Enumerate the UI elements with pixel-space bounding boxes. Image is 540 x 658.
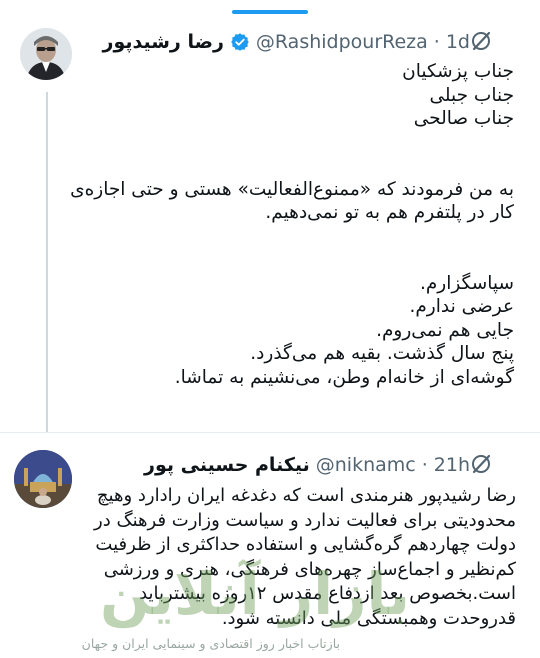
avatar-portrait-icon — [20, 28, 72, 80]
watermark-caption: بازتاب اخبار روز اقتصادی و سینمایی ایران… — [81, 636, 340, 651]
tweet-time[interactable]: 21h — [434, 454, 470, 476]
tweet-divider — [0, 432, 540, 433]
text-line: گوشه‌ای از خانه‌ام وطن، می‌نشینم به تماش… — [174, 366, 514, 388]
avatar-rashidpour[interactable] — [20, 28, 72, 80]
pull-handle[interactable] — [232, 10, 308, 14]
text-line: قدروحدت وهمبستگی ملی دانسته شود. — [221, 607, 516, 629]
tweet-time[interactable]: 1d — [446, 31, 470, 53]
text-line: رضا رشیدپور هنرمندی است که دغدغه ایران ر… — [96, 485, 516, 506]
twitter-thread-screenshot: رضا رشیدپور @RashidpourReza · 1d جناب پز… — [0, 0, 540, 658]
verified-badge-icon — [231, 33, 249, 51]
grok-more-icon — [472, 31, 491, 51]
text-line: محدودیتی برای فعالیت ندارد و سیاست وزارت… — [94, 509, 516, 531]
text-line: پنج سال گذشت. بقیه هم می‌گذرد. — [250, 343, 514, 364]
display-name[interactable]: رضا رشیدپور — [103, 31, 224, 53]
text-line: جایی هم نمی‌روم. — [376, 319, 514, 341]
text-line: جناب صالحی — [413, 108, 514, 129]
tweet-1-header: رضا رشیدپور @RashidpourReza · 1d — [103, 28, 471, 56]
user-handle[interactable]: @niknamc — [316, 454, 416, 476]
grok-more-button[interactable] — [468, 451, 494, 477]
display-name[interactable]: نیکنام حسینی پور — [144, 454, 310, 476]
user-handle[interactable]: @RashidpourReza — [256, 31, 428, 53]
thread-connector-line — [46, 92, 48, 432]
text-line: عرضی ندارم. — [409, 296, 514, 317]
text-line: به من فرمودند که «ممنوع‌الفعالیت» هستی و… — [70, 178, 514, 200]
text-line: است.بخصوص بعد ازدفاع مقدس ۱۲روزه بیشتربا… — [139, 583, 516, 604]
tweet-2-header: نیکنام حسینی پور @niknamc · 21h — [144, 451, 470, 479]
text-line: جناب پزشکیان — [402, 61, 514, 82]
separator-dot: · — [433, 31, 440, 53]
text-line: کم‌نظیر و اجماع‌ساز چهره‌های فرهنگی، هنر… — [103, 558, 516, 580]
grok-more-icon — [472, 454, 491, 474]
grok-more-button[interactable] — [468, 28, 494, 54]
text-line: سپاسگزارم. — [419, 272, 514, 294]
tweet-2-text: رضا رشیدپور هنرمندی است که دغدغه ایران ر… — [46, 484, 516, 631]
tweet-1-text: جناب پزشکیان جناب جبلی جناب صالحی به من … — [70, 60, 514, 389]
text-line: جناب جبلی — [429, 84, 514, 106]
text-line: دولت چهاردهم گره‌گشایی و استفاده حداکثری… — [95, 534, 516, 555]
text-line: کار در پلتفرم هم به تو نمی‌دهیم. — [265, 202, 514, 223]
separator-dot: · — [421, 454, 428, 476]
